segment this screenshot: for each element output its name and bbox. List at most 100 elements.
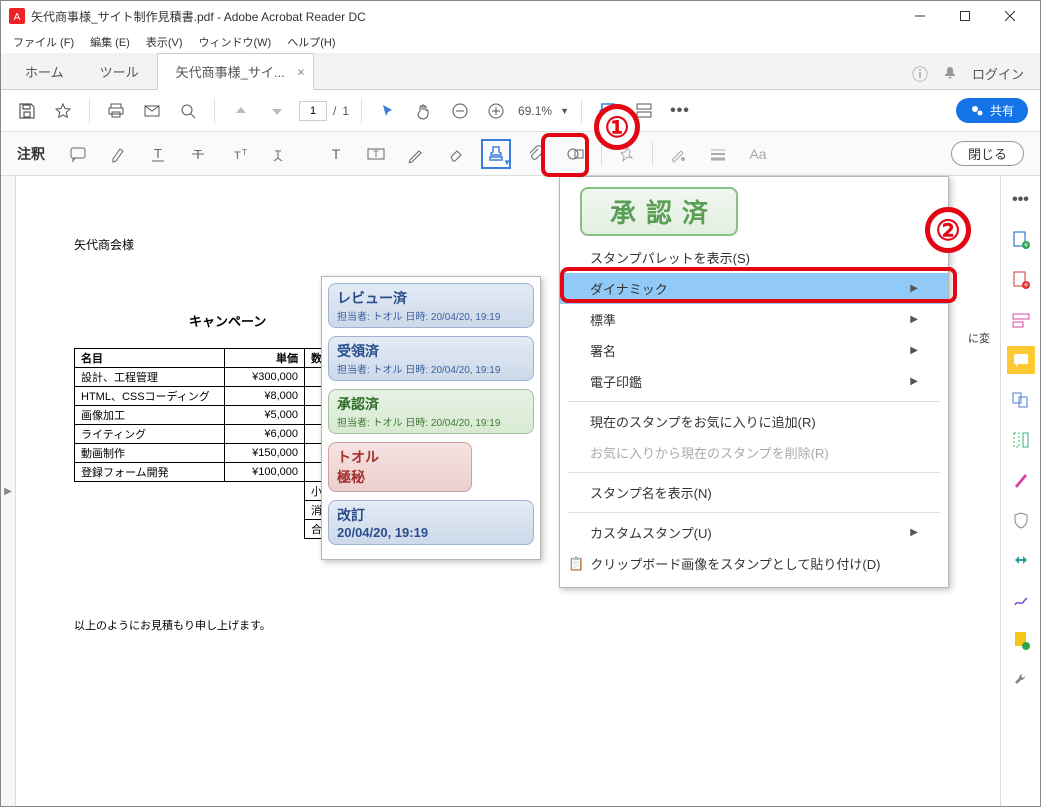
close-commentbar-button[interactable]: 閉じる xyxy=(951,141,1024,166)
protect-icon[interactable] xyxy=(1007,506,1035,534)
search-icon[interactable] xyxy=(174,97,202,125)
menu-stamp-palette[interactable]: スタンプパレットを表示(S) xyxy=(560,242,948,273)
page-up-icon[interactable] xyxy=(227,97,255,125)
tab-tools[interactable]: ツール xyxy=(82,54,157,89)
pointer-icon[interactable] xyxy=(374,97,402,125)
zoom-in-icon[interactable] xyxy=(482,97,510,125)
page-down-icon[interactable] xyxy=(263,97,291,125)
tab-home[interactable]: ホーム xyxy=(7,54,82,89)
zoom-out-icon[interactable] xyxy=(446,97,474,125)
highlight-icon[interactable] xyxy=(103,139,133,169)
left-rail[interactable]: ▶ xyxy=(1,176,16,806)
mail-icon[interactable] xyxy=(138,97,166,125)
redact-icon[interactable] xyxy=(1007,466,1035,494)
separator xyxy=(89,99,90,123)
text-icon[interactable]: T xyxy=(321,139,351,169)
title-bar: A 矢代商事様_サイト制作見積書.pdf - Adobe Acrobat Rea… xyxy=(1,1,1040,31)
zoom-dropdown-icon[interactable]: ▼ xyxy=(560,106,569,116)
insert-text-icon[interactable]: T xyxy=(263,139,293,169)
more-tools-icon[interactable] xyxy=(1007,666,1035,694)
create-pdf-icon[interactable]: + xyxy=(1007,226,1035,254)
submenu-arrow-icon: ▶ xyxy=(910,376,918,387)
svg-text:A: A xyxy=(14,12,21,23)
menu-window[interactable]: ウィンドウ(W) xyxy=(191,31,280,53)
callout-2: ② xyxy=(925,207,971,253)
tab-document[interactable]: 矢代商事様_サイ...× xyxy=(157,53,314,90)
stamp-item-received[interactable]: 受領済担当者: トオル 日時: 20/04/20, 19:19 xyxy=(328,336,534,381)
stamp-item-approved[interactable]: 承認済担当者: トオル 日時: 20/04/20, 19:19 xyxy=(328,389,534,434)
shapes-icon[interactable] xyxy=(561,139,591,169)
tab-close-icon[interactable]: × xyxy=(297,64,305,79)
menu-fav-add[interactable]: 現在のスタンプをお気に入りに追加(R) xyxy=(560,406,948,437)
edit-pdf-icon[interactable] xyxy=(1007,306,1035,334)
menu-fav-del: お気に入りから現在のスタンプを削除(R) xyxy=(560,437,948,468)
bell-icon[interactable] xyxy=(942,65,958,81)
menu-seal[interactable]: 電子印鑑▶ xyxy=(560,366,948,397)
sticky-note-icon[interactable] xyxy=(63,139,93,169)
menu-separator xyxy=(568,512,940,513)
menu-edit[interactable]: 編集 (E) xyxy=(82,31,138,53)
star-icon[interactable] xyxy=(49,97,77,125)
table-row: 合 xyxy=(75,520,329,539)
menu-file[interactable]: ファイル (F) xyxy=(5,31,82,53)
combine-icon[interactable] xyxy=(1007,386,1035,414)
dynamic-stamps-submenu: レビュー済担当者: トオル 日時: 20/04/20, 19:19 受領済担当者… xyxy=(321,276,541,560)
main-toolbar: / 1 69.1% ▼ ••• 共有 xyxy=(1,90,1040,132)
comment-label: 注釈 xyxy=(17,144,45,164)
save-icon[interactable] xyxy=(13,97,41,125)
convert-icon[interactable] xyxy=(1007,626,1035,654)
svg-text:+: + xyxy=(1023,240,1028,250)
callout-1: ① xyxy=(594,104,640,150)
textbox-icon[interactable]: T xyxy=(361,139,391,169)
menu-dynamic[interactable]: ダイナミック▶ xyxy=(560,273,948,304)
menu-custom[interactable]: カスタムスタンプ(U)▶ xyxy=(560,517,948,548)
eraser-icon[interactable] xyxy=(441,139,471,169)
line-weight-icon[interactable] xyxy=(703,139,733,169)
close-window-button[interactable] xyxy=(987,1,1032,31)
menu-view[interactable]: 表示(V) xyxy=(138,31,191,53)
font-icon[interactable]: Aa xyxy=(743,139,773,169)
minimize-button[interactable] xyxy=(897,1,942,31)
strikethrough-icon[interactable]: T xyxy=(183,139,213,169)
window-title: 矢代商事様_サイト制作見積書.pdf - Adobe Acrobat Reade… xyxy=(31,8,897,25)
page-total: 1 xyxy=(342,104,349,118)
login-link[interactable]: ログイン xyxy=(972,64,1024,83)
comment-tool-icon[interactable] xyxy=(1007,346,1035,374)
stamp-tool-icon[interactable]: ▼ xyxy=(481,139,511,169)
svg-text:T: T xyxy=(332,146,341,162)
stamp-item-revised[interactable]: 改訂20/04/20, 19:19 xyxy=(328,500,534,545)
stamp-preview: 承認済 xyxy=(560,177,948,242)
app-icon: A xyxy=(9,8,25,24)
organize-icon[interactable] xyxy=(1007,426,1035,454)
pencil-icon[interactable] xyxy=(401,139,431,169)
more-icon[interactable]: ••• xyxy=(666,97,694,125)
menu-bar: ファイル (F) 編集 (E) 表示(V) ウィンドウ(W) ヘルプ(H) xyxy=(1,31,1040,53)
compress-icon[interactable] xyxy=(1007,546,1035,574)
fill-sign-icon[interactable] xyxy=(1007,586,1035,614)
attach-icon[interactable] xyxy=(521,139,551,169)
menu-standard[interactable]: 標準▶ xyxy=(560,304,948,335)
right-tool-1[interactable]: ••• xyxy=(1007,186,1035,214)
export-pdf-icon[interactable]: + xyxy=(1007,266,1035,294)
color-icon[interactable] xyxy=(663,139,693,169)
menu-help[interactable]: ヘルプ(H) xyxy=(279,31,343,53)
page-input[interactable] xyxy=(299,101,327,121)
separator xyxy=(361,99,362,123)
menu-show-name[interactable]: スタンプ名を表示(N) xyxy=(560,477,948,508)
underline-text-icon[interactable]: T xyxy=(143,139,173,169)
submenu-arrow-icon: ▶ xyxy=(910,345,918,356)
stamp-item-reviewed[interactable]: レビュー済担当者: トオル 日時: 20/04/20, 19:19 xyxy=(328,283,534,328)
maximize-button[interactable] xyxy=(942,1,987,31)
zoom-level[interactable]: 69.1% xyxy=(518,104,552,118)
replace-text-icon[interactable]: TT xyxy=(223,139,253,169)
stamp-item-confidential[interactable]: トオル極秘 xyxy=(328,442,472,492)
svg-text:T: T xyxy=(373,149,379,159)
help-icon[interactable]: ⓘ xyxy=(912,61,928,85)
comment-toolbar: 注釈 T T TT T T T ▼ Aa 閉じる xyxy=(1,132,1040,176)
menu-signature[interactable]: 署名▶ xyxy=(560,335,948,366)
print-icon[interactable] xyxy=(102,97,130,125)
hand-icon[interactable] xyxy=(410,97,438,125)
share-button[interactable]: 共有 xyxy=(956,98,1028,123)
estimate-table: 名目単価数 設計、工程管理¥300,000 HTML、CSSコーディング¥8,0… xyxy=(74,348,329,539)
menu-clipboard[interactable]: 📋クリップボード画像をスタンプとして貼り付け(D) xyxy=(560,548,948,579)
